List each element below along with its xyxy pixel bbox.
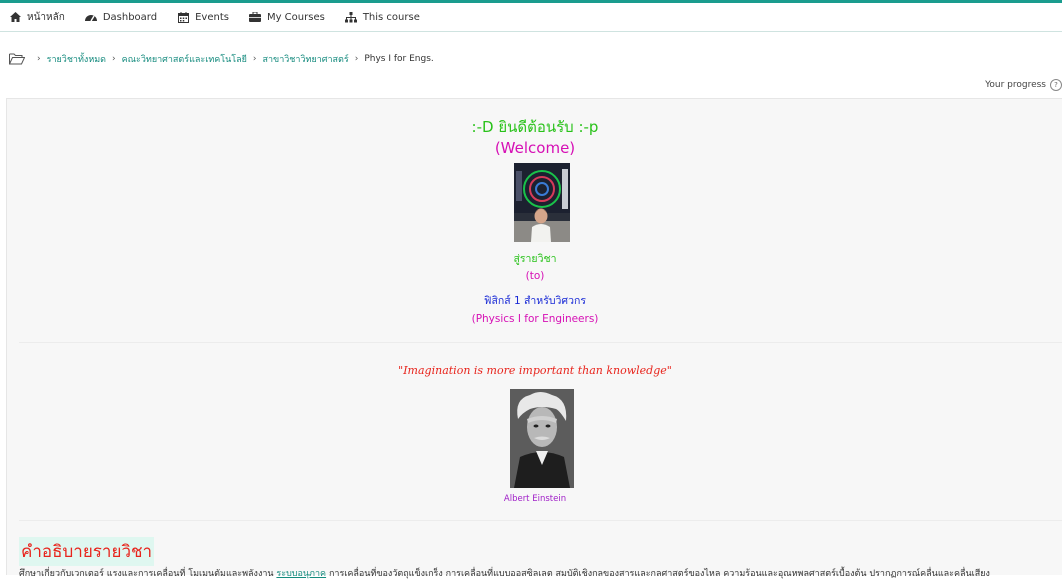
einstein-photo xyxy=(510,389,574,488)
dashboard-icon xyxy=(85,11,98,24)
nav-item-home[interactable]: หน้าหลัก xyxy=(0,3,77,31)
section-divider xyxy=(19,520,1062,521)
course-description-heading: คำอธิบายรายวิชา xyxy=(19,537,155,566)
help-icon[interactable]: ? xyxy=(1050,79,1062,91)
course-progress: Your progress ? xyxy=(985,79,1062,91)
home-icon xyxy=(9,11,22,24)
progress-label: Your progress xyxy=(985,80,1046,90)
calendar-icon xyxy=(177,11,190,24)
breadcrumb-link-all-courses[interactable]: รายวิชาทั้งหมด xyxy=(47,52,106,66)
nav-item-this-course[interactable]: This course xyxy=(337,3,432,31)
folder-open-icon[interactable] xyxy=(9,53,25,65)
breadcrumb: › รายวิชาทั้งหมด › คณะวิทยาศาสตร์และเทคโ… xyxy=(9,52,434,66)
course-content-panel: :-D ยินดีต้อนรับ :-p (Welcome) สู่รายวิช… xyxy=(6,98,1062,579)
breadcrumb-separator: › xyxy=(112,54,116,64)
top-navbar: หน้าหลัก Dashboard Events My Courses Thi… xyxy=(0,3,1062,32)
description-link[interactable]: ระบบอนุภาค xyxy=(276,569,326,579)
quote-author: Albert Einstein xyxy=(503,494,567,504)
breadcrumb-separator: › xyxy=(252,54,257,64)
nav-item-label: Dashboard xyxy=(102,11,158,23)
intro-to-english: (to) xyxy=(525,270,545,282)
breadcrumb-separator: › xyxy=(37,54,41,64)
breadcrumb-link-faculty[interactable]: คณะวิทยาศาสตร์และเทคโนโลยี xyxy=(122,52,247,66)
section-divider xyxy=(19,342,1062,343)
intro-to-thai: สู่รายวิชา xyxy=(513,253,557,265)
breadcrumb-separator: › xyxy=(354,54,359,64)
nav-item-label: หน้าหลัก xyxy=(27,11,65,23)
course-name-english: (Physics I for Engineers) xyxy=(471,313,599,325)
sitemap-icon xyxy=(345,11,358,24)
nav-item-label: Events xyxy=(195,11,229,23)
nav-item-label: My Courses xyxy=(266,11,325,23)
breadcrumb-link-department[interactable]: สาขาวิชาวิทยาศาสตร์ xyxy=(263,52,349,66)
nav-item-events[interactable]: Events xyxy=(169,3,241,31)
nav-item-dashboard[interactable]: Dashboard xyxy=(77,3,169,31)
course-description-text: ศึกษาเกี่ยวกับเวกเตอร์ แรงและการเคลื่อนท… xyxy=(19,566,1062,580)
description-text-end: การเคลื่อนที่ของวัตถุแข็งเกร็ง การเคลื่อ… xyxy=(326,569,990,579)
nav-item-my-courses[interactable]: My Courses xyxy=(241,3,337,31)
briefcase-icon xyxy=(249,11,262,24)
quote-text: "Imagination is more important than know… xyxy=(398,364,672,377)
breadcrumb-current: Phys I for Engs. xyxy=(364,54,434,64)
course-name-thai: ฟิสิกส์ 1 สำหรับวิศวกร xyxy=(484,295,586,307)
welcome-heading-english: (Welcome) xyxy=(494,139,576,157)
nav-item-label: This course xyxy=(362,11,420,23)
welcome-photo xyxy=(514,163,570,242)
description-text-start: ศึกษาเกี่ยวกับเวกเตอร์ แรงและการเคลื่อนท… xyxy=(19,569,277,579)
welcome-heading-thai: :-D ยินดีต้อนรับ :-p xyxy=(471,118,599,136)
